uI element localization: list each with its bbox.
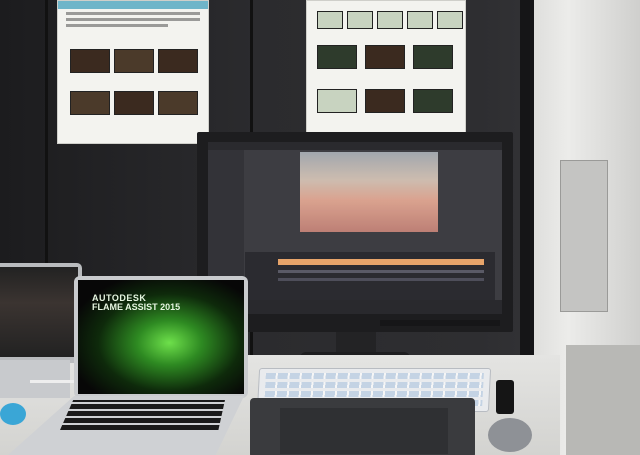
keyboard-row — [265, 373, 484, 379]
keyboard-row — [265, 382, 484, 388]
laptop-keyboard — [60, 400, 225, 430]
wall-fixture — [560, 160, 608, 312]
poster-thumbnail — [70, 91, 110, 115]
app-status-area — [208, 300, 502, 314]
poster-thumbnail — [114, 91, 154, 115]
keyboard-row — [264, 391, 483, 397]
poster-text-line — [66, 18, 200, 21]
timeline-track — [278, 278, 484, 281]
poster-thumbnail — [413, 45, 453, 69]
video-frame-overlay — [300, 152, 438, 232]
poster-thumbnail — [365, 45, 405, 69]
poster-text-line — [66, 12, 200, 15]
poster-header-bar — [58, 1, 208, 9]
tablet-active-area — [280, 408, 448, 454]
poster-thumbnail — [317, 11, 343, 29]
poster-thumbnail — [437, 11, 463, 29]
poster-thumbnail — [365, 89, 405, 113]
monitor-control-buttons — [380, 320, 500, 326]
laptop-secondary-base — [0, 360, 70, 398]
booth-photo: AUTODESK FLAME ASSIST 2015 — [0, 0, 640, 455]
wall-shelf — [566, 345, 640, 455]
app-toolbar — [208, 142, 502, 150]
speaker — [496, 380, 514, 414]
mouse-blue — [0, 403, 26, 425]
laptop-secondary-screen — [0, 267, 78, 357]
cable — [30, 380, 78, 383]
poster-thumbnail — [158, 49, 198, 73]
flame-assist-logo: AUTODESK FLAME ASSIST 2015 — [92, 293, 181, 313]
poster-thumbnail — [158, 91, 198, 115]
poster-thumbnail — [413, 89, 453, 113]
poster-thumbnail — [114, 49, 154, 73]
poster-thumbnail — [347, 11, 373, 29]
mouse — [488, 418, 532, 452]
poster-thumbnail — [317, 45, 357, 69]
poster-thumbnail — [317, 89, 357, 113]
timeline-track — [278, 259, 484, 265]
poster-thumbnail — [407, 11, 433, 29]
timeline-track — [278, 270, 484, 273]
poster-right — [306, 0, 466, 137]
poster-text-line — [66, 24, 168, 27]
poster-left — [57, 0, 209, 144]
poster-thumbnail — [70, 49, 110, 73]
logo-line-product: FLAME ASSIST 2015 — [92, 302, 181, 313]
poster-thumbnail — [377, 11, 403, 29]
